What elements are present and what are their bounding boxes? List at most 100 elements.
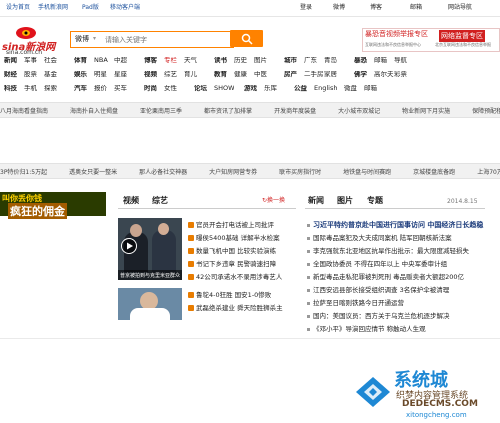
tab-news[interactable]: 新闻 [308, 197, 324, 205]
video-list-item[interactable]: 42公司承诺水不录用涉毒艺人 [188, 274, 282, 281]
strip-link[interactable]: 透奥女只要一整米 [69, 167, 117, 176]
nav-link[interactable]: 教育 [214, 71, 234, 78]
nav-link[interactable]: 科技 [4, 85, 24, 92]
strip-link[interactable]: 地铁盘与时间赛跑 [343, 167, 391, 176]
video-list-item[interactable]: 数量飞机中国 比较实验演练 [188, 248, 276, 255]
news-list-item[interactable]: 江西安远县部长接受组织调查 3名保护伞被清理 [307, 287, 449, 294]
headline-item[interactable]: 习近平特约普京赴中国进行国事访问 中国经济日长趋稳 [307, 222, 483, 229]
video-list-item[interactable]: 鲁鸵4-0狂胜 国安1-0惨败 [188, 292, 271, 299]
news-list-item[interactable]: 《邓小平》导演回应情节 称触动人生观 [307, 326, 426, 333]
nav-link[interactable]: 育儿 [184, 71, 204, 78]
login-link[interactable]: 登录 [300, 5, 312, 11]
strip-link[interactable]: 海南扑自入住揭盘 [70, 106, 118, 115]
nav-link[interactable]: 视频 [144, 71, 164, 78]
mobile-client-link[interactable]: 移动客户端 [110, 5, 140, 11]
news-list-item[interactable]: 国内：美国议员：西方关于乌克兰危机逐步解决 [307, 313, 450, 320]
nav-link[interactable]: 历史 [234, 57, 254, 64]
strip-link[interactable]: 大户知房网营专券 [209, 167, 257, 176]
video-list-item[interactable]: 武磊绝杀建业 舜天险胜狮杀主 [188, 305, 283, 312]
news-list-item[interactable]: 全国政协委员 不得在四年以上 中央军委审计组 [307, 261, 447, 268]
tab-video[interactable]: 视频 [123, 197, 139, 205]
search-scope-select[interactable]: 微博 ▾ [70, 31, 102, 48]
pad-version-link[interactable]: Pad版 [82, 5, 99, 11]
strip-link[interactable]: 京城楼盘底备跑 [413, 167, 455, 176]
nav-link[interactable]: NBA [94, 57, 114, 64]
strip-link[interactable]: 3P特价归1:5万起 [0, 167, 47, 176]
nav-link[interactable]: 城市 [284, 57, 304, 64]
tab-topics[interactable]: 专题 [367, 197, 383, 205]
refresh-video-button[interactable]: ↻换一换 [262, 198, 285, 204]
nav-link[interactable]: 股票 [24, 71, 44, 78]
nav-link[interactable]: 家居 [324, 71, 344, 78]
nav-link[interactable]: 体育 [74, 57, 94, 64]
video-list-item[interactable]: 曝侯5400基础 详解半水检案 [188, 235, 280, 242]
news-list-item[interactable]: 李克强就东北亚地区抗旱作出批示：最大限度减轻损失 [307, 248, 469, 255]
news-list-item[interactable]: 国际毒品案犯及大夫成同案机 陆军回朝核新法案 [307, 235, 452, 242]
report-banner[interactable]: 暴恐音视频举报专区 网络监督专区 互联网违法和不良信息举报中心 北京互联网违法和… [362, 28, 500, 52]
nav-link[interactable]: 天气 [184, 57, 204, 64]
nav-link[interactable]: 中超 [114, 57, 134, 64]
strip-link[interactable]: 联市买房指行时 [279, 167, 321, 176]
strip-link[interactable]: 那人必备社交神器 [139, 167, 187, 176]
nav-link[interactable]: 基金 [44, 71, 64, 78]
strip-link[interactable]: 大小城市双城记 [338, 106, 380, 115]
tab-photos[interactable]: 图片 [337, 197, 353, 205]
nav-link[interactable]: 二手房 [304, 71, 324, 78]
nav-link[interactable]: 博客 [144, 57, 164, 64]
nav-link[interactable]: 图片 [254, 57, 274, 64]
mail-link[interactable]: 邮箱 [410, 5, 422, 11]
nav-link[interactable]: 彩票 [394, 71, 414, 78]
sports-thumbnail[interactable] [118, 288, 182, 320]
search-input[interactable] [101, 31, 234, 48]
weibo-link[interactable]: 微博 [333, 5, 345, 11]
nav-link[interactable]: 新闻 [4, 57, 24, 64]
strip-link[interactable]: 开发商年度装盘 [274, 106, 316, 115]
nav-link[interactable]: 专栏 [164, 57, 184, 64]
nav-link[interactable]: 佛学 [354, 71, 374, 78]
strip-link[interactable]: 八月海南看盘指南 [0, 106, 48, 115]
nav-link[interactable]: 星座 [114, 71, 134, 78]
nav-link[interactable]: 娱乐 [74, 71, 94, 78]
nav-link[interactable]: 时尚 [144, 85, 164, 92]
nav-link[interactable]: 导航 [394, 57, 414, 64]
tab-variety[interactable]: 综艺 [152, 197, 168, 205]
nav-link[interactable]: English [314, 85, 344, 92]
news-list-item[interactable]: 新型毒品走私犯罪被判死刑 毒品贩卖者大额超200亿 [307, 274, 464, 281]
nav-link[interactable]: 公益 [294, 85, 314, 92]
set-homepage-link[interactable]: 设为首页 [6, 5, 30, 11]
strip-link[interactable]: 保障预配租成功 [472, 106, 500, 115]
nav-link[interactable]: 邮箱 [374, 57, 394, 64]
nav-link[interactable]: 暴恐 [354, 57, 374, 64]
nav-link[interactable]: 乐库 [264, 85, 284, 92]
strip-link[interactable]: 都市资讯了加排掌 [204, 106, 252, 115]
mobile-sina-link[interactable]: 手机新浪网 [38, 5, 68, 11]
blog-link[interactable]: 博客 [370, 5, 382, 11]
video-thumbnail[interactable]: 普京被拍到与克里米亚群众 [118, 218, 182, 280]
strip-link[interactable]: 物业新网下月实施 [402, 106, 450, 115]
search-button[interactable] [230, 30, 263, 47]
video-list-item[interactable]: 书记下乡违章 民警骑速扫障 [188, 261, 276, 268]
nav-link[interactable]: 女性 [164, 85, 184, 92]
nav-link[interactable]: 报价 [94, 85, 114, 92]
nav-link[interactable]: 军事 [24, 57, 44, 64]
news-list-item[interactable]: 拉萨至日喀则铁路今日开通运营 [307, 300, 404, 307]
nav-link[interactable]: 明星 [94, 71, 114, 78]
nav-link[interactable]: 游戏 [244, 85, 264, 92]
nav-link[interactable]: 手机 [24, 85, 44, 92]
nav-link[interactable]: 探索 [44, 85, 64, 92]
nav-link[interactable]: 中医 [254, 71, 274, 78]
site-nav-link[interactable]: 网站导航 [448, 5, 472, 11]
nav-link[interactable]: 微盘 [344, 85, 364, 92]
nav-link[interactable]: 健康 [234, 71, 254, 78]
sina-logo[interactable]: sina新浪网 sina.com.cn [2, 24, 62, 56]
nav-link[interactable]: 房产 [284, 71, 304, 78]
strip-link[interactable]: 亚伦栗南用三季 [140, 106, 182, 115]
nav-link[interactable]: 高尔夫 [374, 71, 394, 78]
nav-link[interactable]: 邮箱 [364, 85, 384, 92]
nav-link[interactable]: 买车 [114, 85, 134, 92]
strip-link[interactable]: 上海70万抢扬房 [477, 167, 500, 176]
ad-banner[interactable]: 叫你丢你钱 疯狂的佣金 [0, 192, 106, 219]
nav-link[interactable]: 广东 [304, 57, 324, 64]
nav-link[interactable]: 青岛 [324, 57, 344, 64]
nav-link[interactable]: 综艺 [164, 71, 184, 78]
